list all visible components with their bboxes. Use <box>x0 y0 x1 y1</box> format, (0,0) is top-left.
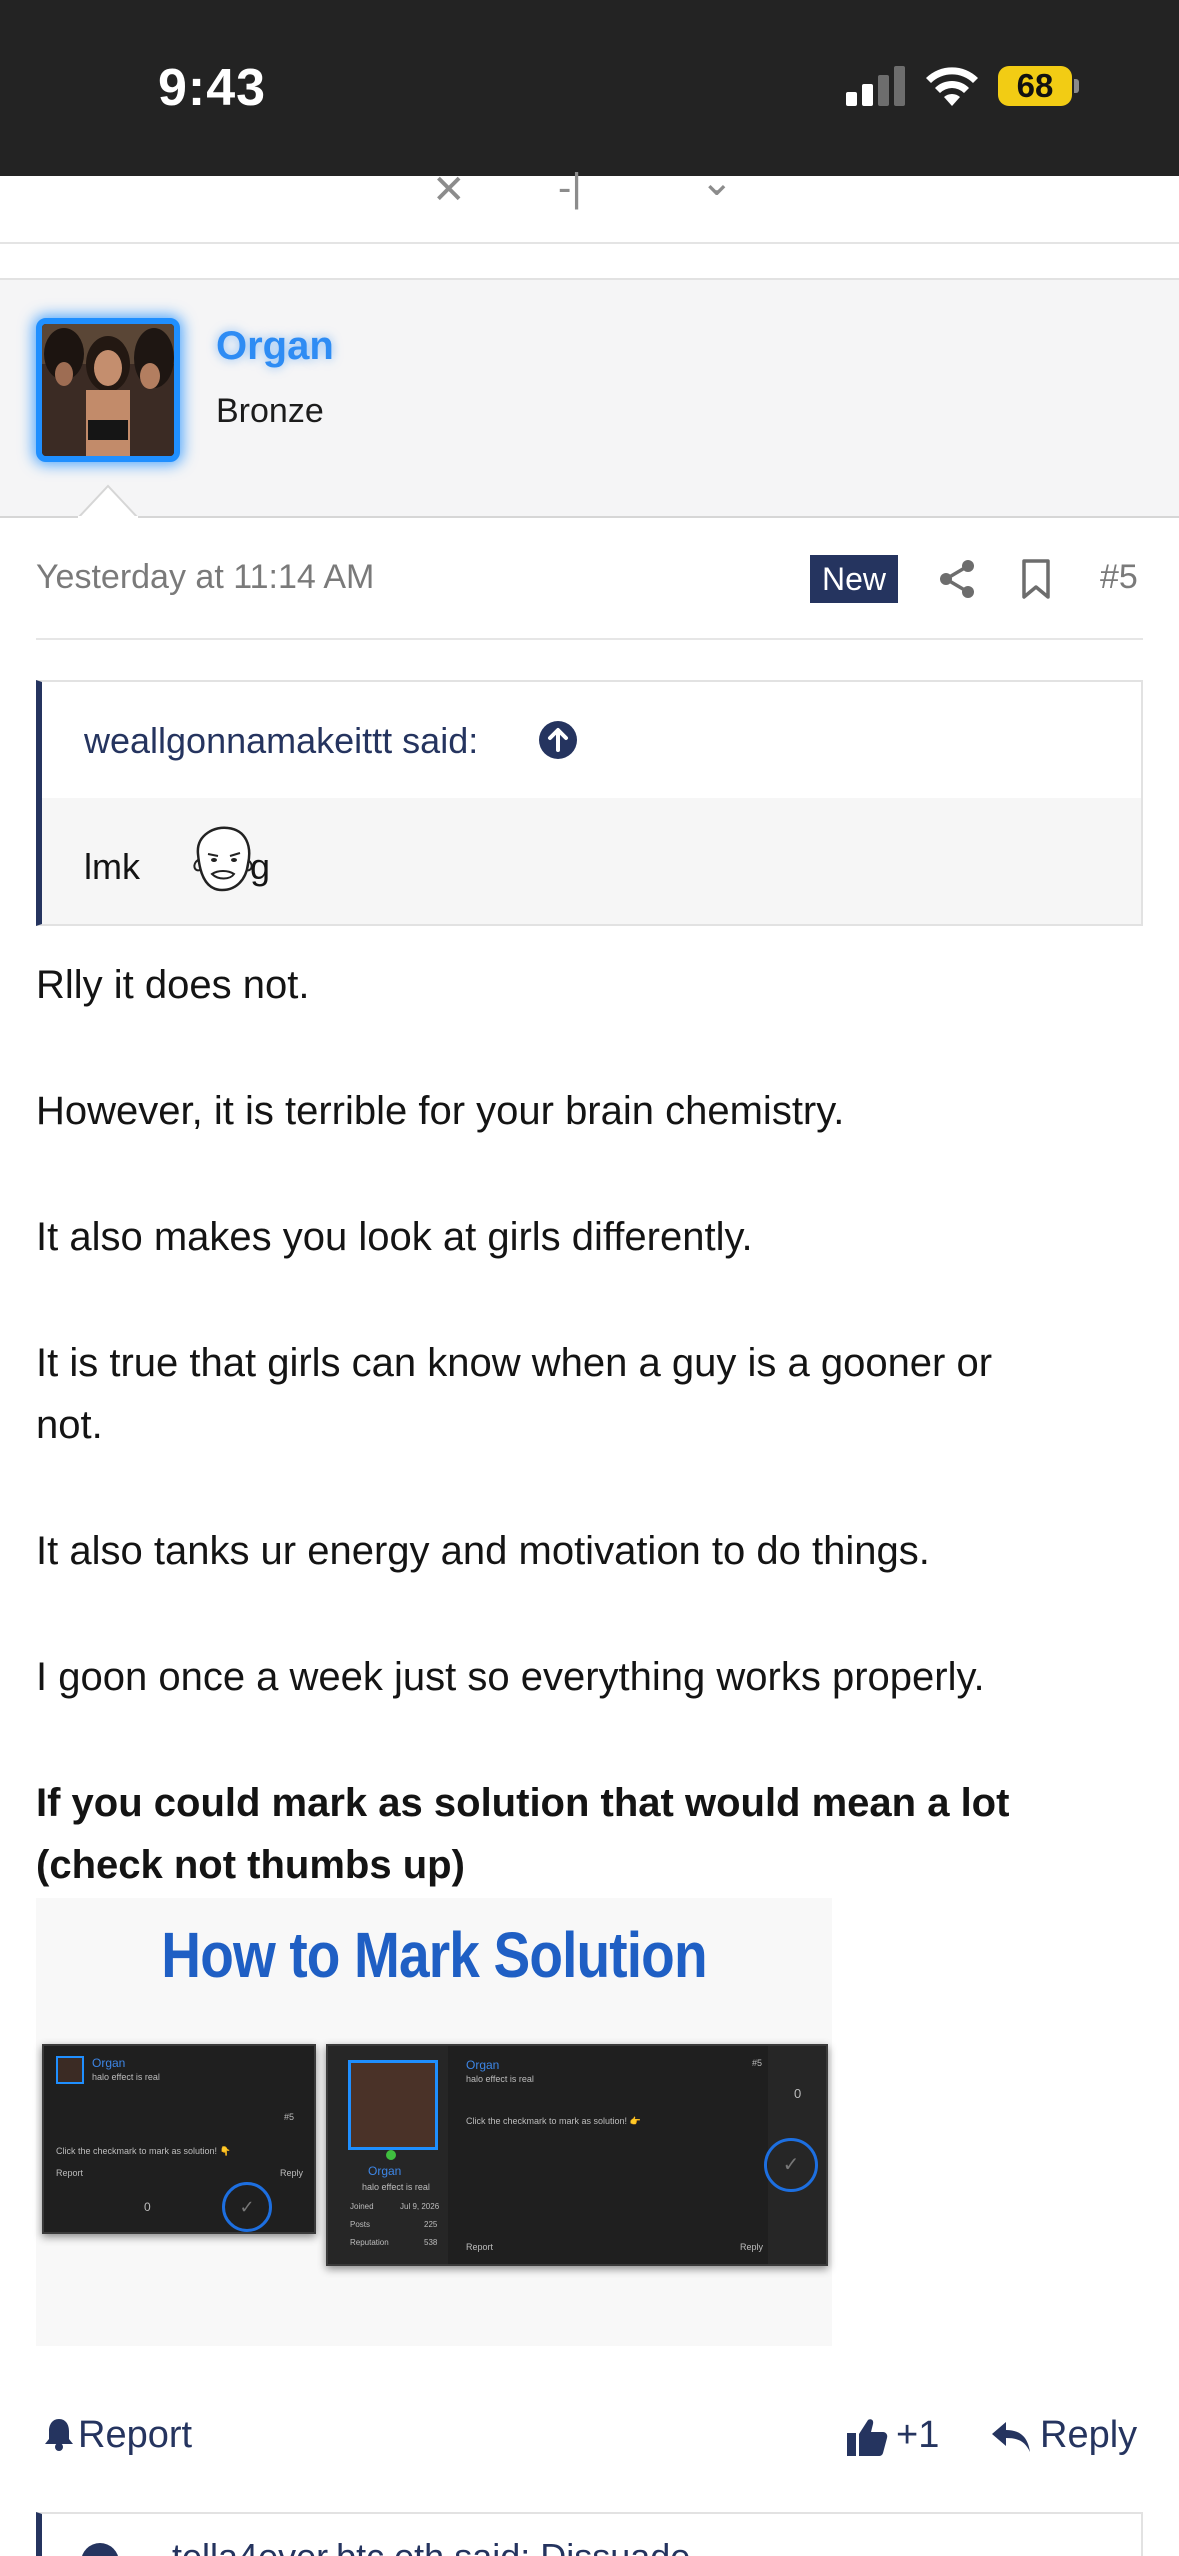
mini-stat-label: Joined <box>350 2202 374 2211</box>
mini-panel-subtitle: halo effect is real <box>362 2182 430 2192</box>
mini-avatar <box>56 2056 84 2084</box>
mini-panel-username: Organ <box>368 2164 402 2178</box>
mini-stat-label: Posts <box>350 2220 371 2229</box>
wojak-emoji-icon <box>193 826 253 892</box>
mini-body: Click the checkmark to mark as solution!… <box>56 2146 231 2156</box>
quote-body: lmk g <box>42 798 1141 924</box>
checkmark-circle-icon: ✓ <box>222 2182 272 2232</box>
bookmark-icon[interactable] <box>1021 558 1051 600</box>
mini-post-number-large: #5 <box>752 2058 763 2068</box>
mini-report: Report <box>56 2168 84 2178</box>
mini-username-large: Organ <box>466 2058 500 2072</box>
report-button[interactable]: Report <box>44 2414 192 2457</box>
image-title: How to Mark Solution <box>161 1919 707 1991</box>
example-post-card-large: Organ halo effect is real Joined Jul 9, … <box>326 2044 828 2266</box>
post-body-line: However, it is terrible for your brain c… <box>36 1089 845 1133</box>
post-body-line-bold: (check not thumbs up) <box>36 1843 465 1887</box>
mini-stat-value: 538 <box>424 2238 438 2247</box>
battery-level: 68 <box>1016 67 1054 104</box>
user-title: Bronze <box>216 392 324 430</box>
quote-text-suffix: g <box>250 846 271 887</box>
mini-votes-large: 0 <box>794 2086 802 2101</box>
mini-subtitle-large: halo effect is real <box>466 2074 534 2084</box>
status-bar: 9:43 68 <box>0 0 1179 176</box>
checkmark-circle-icon: ✓ <box>764 2138 818 2192</box>
mini-post-number: #5 <box>284 2112 295 2122</box>
mini-reply-large: Reply <box>740 2242 764 2252</box>
quote-block: weallgonnamakeittt said: lmk g <box>36 680 1143 926</box>
mini-stat-value: Jul 9, 2026 <box>400 2202 440 2211</box>
arrow-up-circle-icon[interactable] <box>538 720 578 760</box>
post-date[interactable]: Yesterday at 11:14 AM <box>36 558 374 597</box>
post-body-line: It also tanks ur energy and motivation t… <box>36 1529 930 1573</box>
status-time: 9:43 <box>158 59 267 117</box>
new-badge: New <box>810 555 898 603</box>
reply-icon[interactable] <box>990 2420 1032 2454</box>
post-number[interactable]: #5 <box>1100 558 1138 597</box>
wifi-icon <box>926 67 978 106</box>
cellular-signal-icon <box>846 66 905 106</box>
user-block-pointer <box>78 484 138 518</box>
bell-icon <box>45 2419 73 2451</box>
quote-header: weallgonnamakeittt said: <box>42 682 1141 798</box>
example-post-card-small: Organ halo effect is real #5 Click the c… <box>42 2044 316 2234</box>
mini-reply: Reply <box>280 2168 304 2178</box>
mini-stat-label: Reputation <box>350 2238 389 2247</box>
post-body-line: I goon once a week just so everything wo… <box>36 1655 985 1699</box>
thumbs-up-icon[interactable] <box>846 2416 888 2458</box>
next-quote-block: ...tella4ever.btc.eth said: Dissuade... <box>36 2512 1143 2556</box>
chevron-down-icon[interactable]: ⌄ <box>700 162 734 202</box>
close-icon[interactable]: ✕ <box>432 170 466 210</box>
mark-solution-image[interactable]: How to Mark Solution Organ halo effect i… <box>36 1898 832 2346</box>
post-body-line: Rlly it does not. <box>36 963 310 1007</box>
report-label: Report <box>78 2414 193 2456</box>
post-body-line: It also makes you look at girls differen… <box>36 1215 753 1259</box>
avatar[interactable] <box>36 318 180 462</box>
previous-post-toolbar: ✕ -| ⌄ <box>0 162 1179 244</box>
reply-button[interactable]: Reply <box>1040 2414 1137 2457</box>
mini-username: Organ <box>92 2056 126 2070</box>
battery-indicator: 68 <box>998 66 1079 106</box>
mini-report-large: Report <box>466 2242 494 2252</box>
quote-text: lmk <box>84 846 140 887</box>
post-user-header: Organ Bronze <box>0 278 1179 518</box>
next-quote-author[interactable]: ...tella4ever.btc.eth said: Dissuade... <box>142 2536 720 2556</box>
indent-icon[interactable]: -| <box>558 168 582 208</box>
share-icon[interactable] <box>938 558 976 600</box>
mini-avatar-large <box>348 2060 438 2150</box>
like-count[interactable]: +1 <box>896 2414 939 2457</box>
mini-stat-value: 225 <box>424 2220 438 2229</box>
arrow-up-circle-icon[interactable] <box>80 2542 120 2556</box>
post-body-line-bold: If you could mark as solution that would… <box>36 1781 1010 1825</box>
username[interactable]: Organ <box>216 324 334 369</box>
online-dot-icon <box>386 2150 396 2160</box>
mini-body-large: Click the checkmark to mark as solution!… <box>466 2116 641 2126</box>
mini-votes: 0 <box>144 2200 151 2214</box>
mini-subtitle: halo effect is real <box>92 2072 160 2082</box>
divider <box>36 638 1143 640</box>
quote-author[interactable]: weallgonnamakeittt said: <box>84 720 478 762</box>
post-body-line: It is true that girls can know when a gu… <box>36 1341 993 1385</box>
post-body-line: not. <box>36 1403 103 1447</box>
